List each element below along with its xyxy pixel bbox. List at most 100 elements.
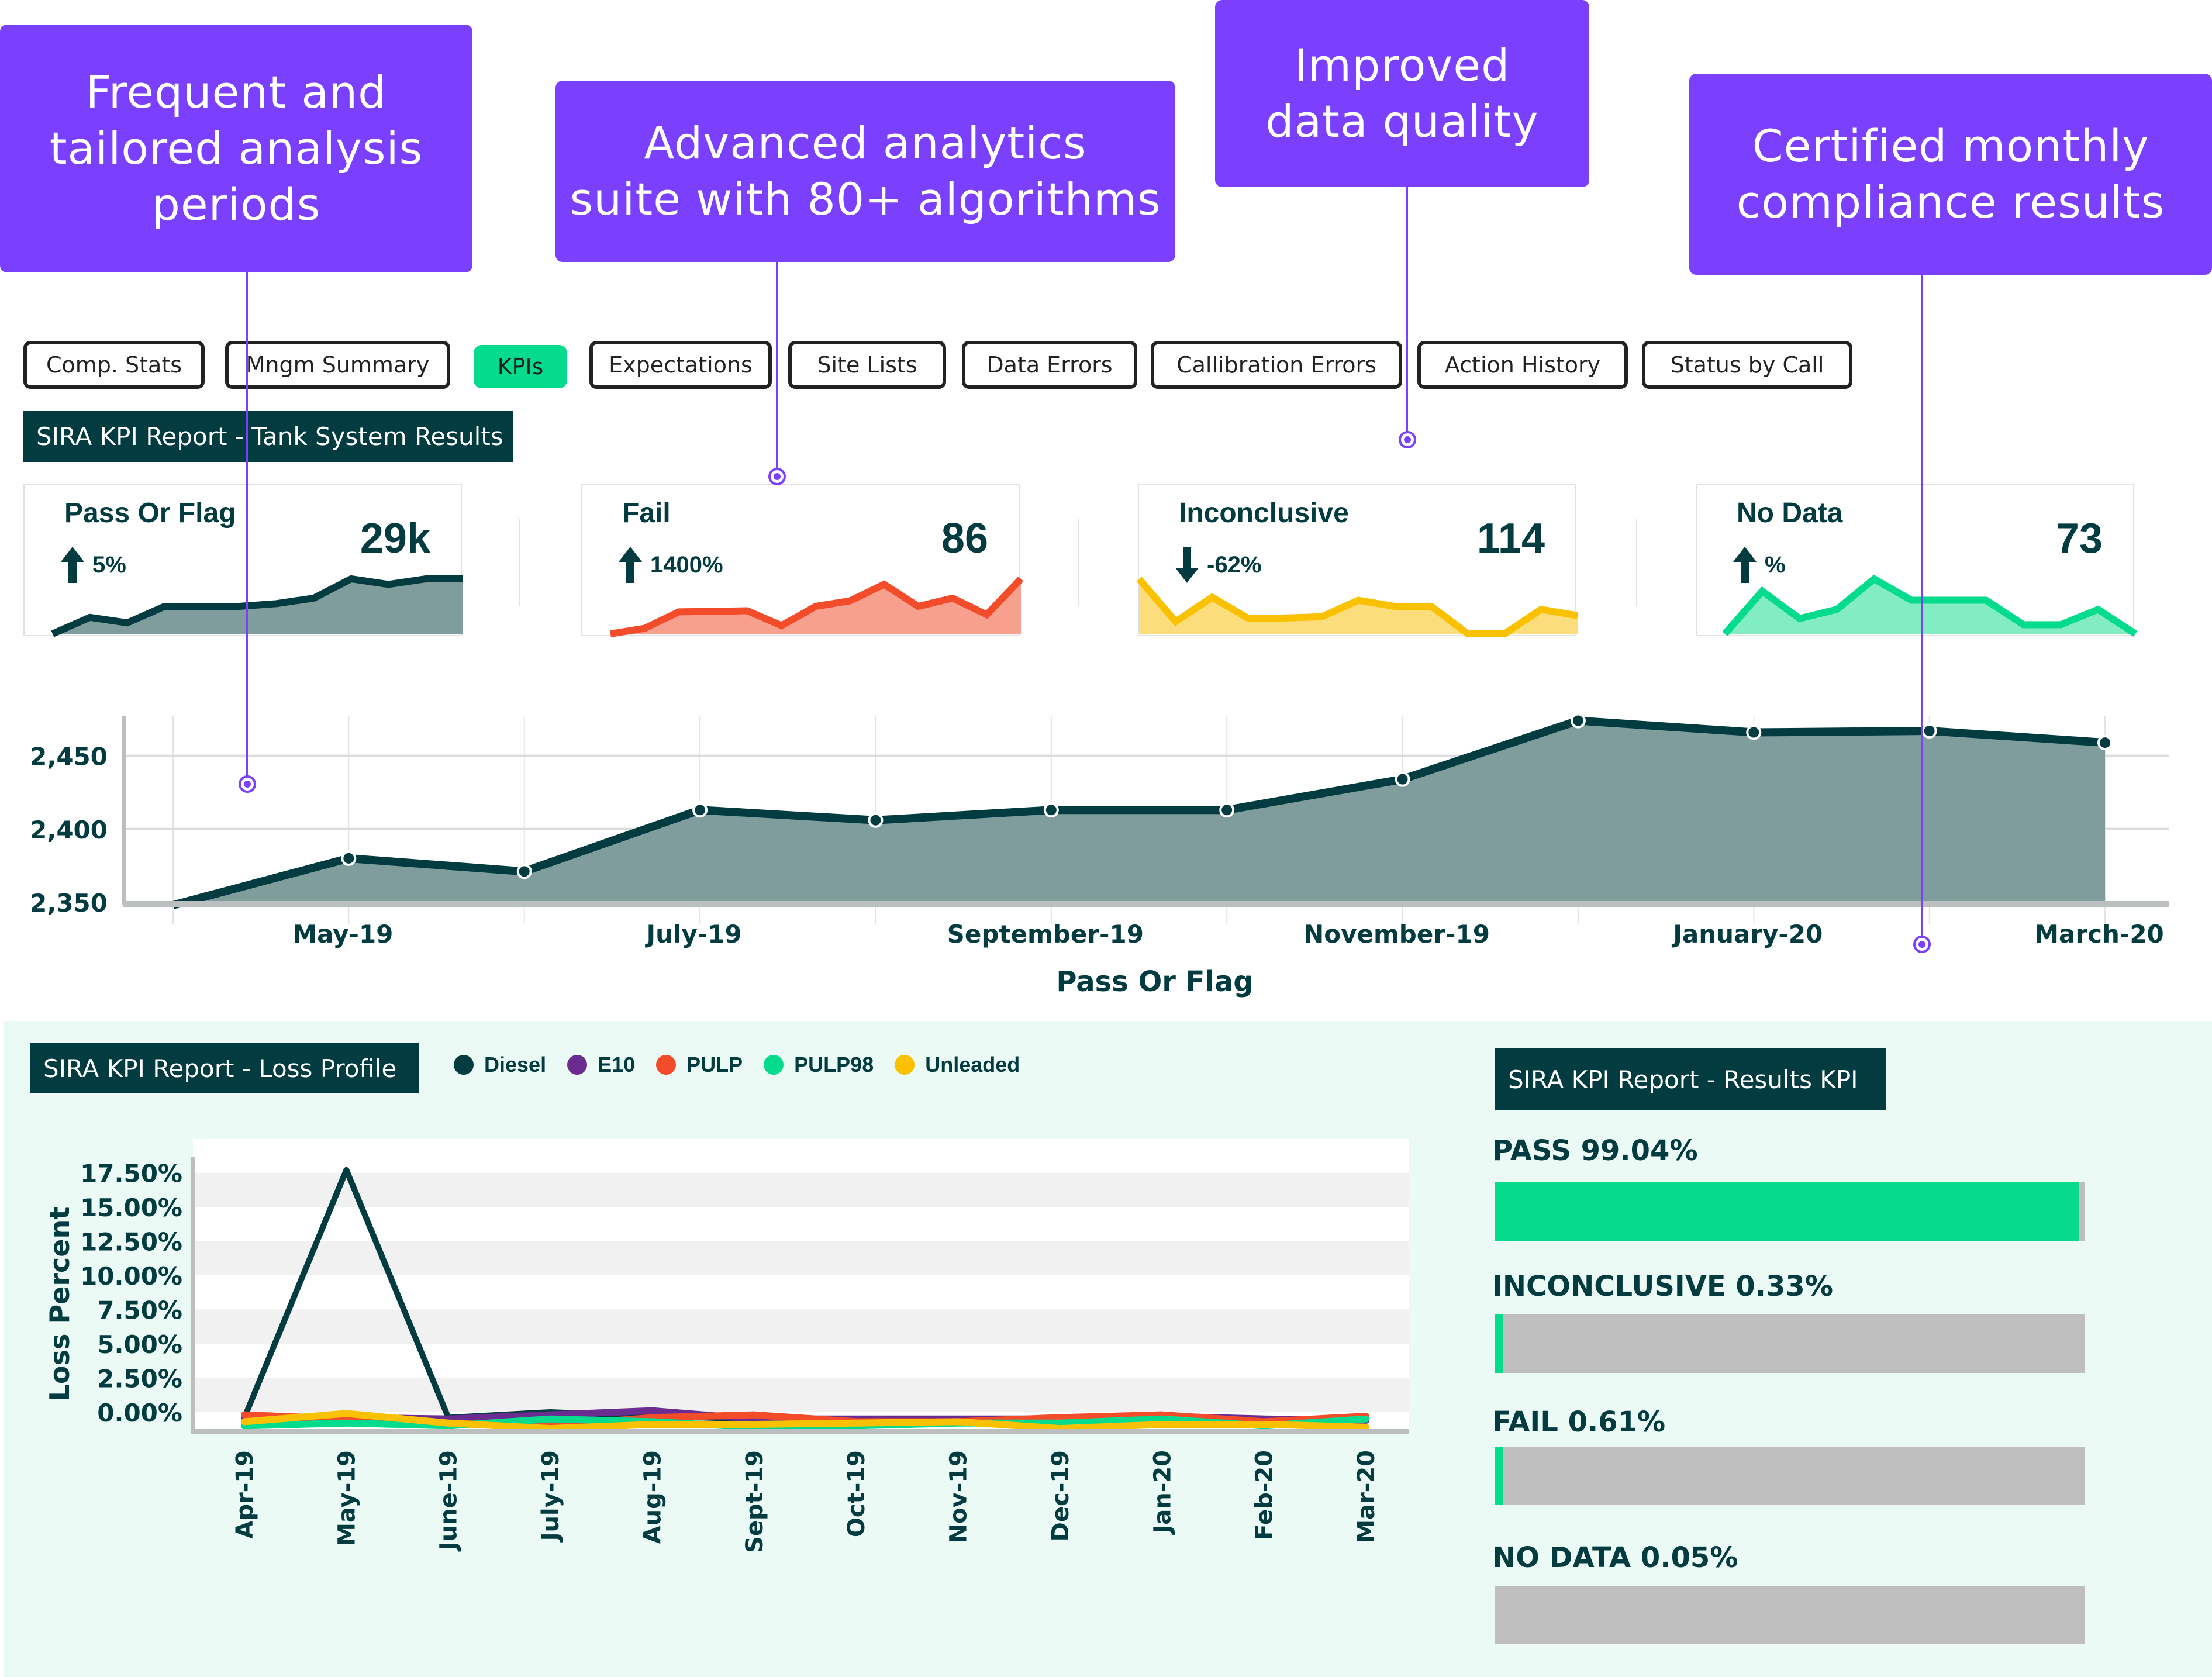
result-label-no-data: NO DATA 0.05% xyxy=(1492,1541,1738,1574)
result-bar-inconclusive xyxy=(1495,1314,2085,1373)
tab-comp-stats[interactable]: Comp. Stats xyxy=(23,341,205,389)
x-tick-label: Dec-19 xyxy=(1047,1450,1074,1541)
kpi-divider xyxy=(1078,519,1079,606)
data-point xyxy=(1395,771,1410,787)
tab-data-errors[interactable]: Data Errors xyxy=(962,341,1137,389)
result-label-inconclusive: INCONCLUSIVE 0.33% xyxy=(1492,1270,1833,1303)
result-label-pass: PASS 99.04% xyxy=(1492,1134,1698,1167)
data-point xyxy=(692,802,708,818)
callout-line: Advanced analytics xyxy=(644,117,1087,169)
legend-item-pulp[interactable]: PULP xyxy=(656,1053,743,1077)
callout-leader-line xyxy=(1406,187,1408,433)
result-label-fail: FAIL 0.61% xyxy=(1492,1406,1666,1438)
x-tick-label: July-19 xyxy=(537,1450,564,1543)
legend-item-pulp98[interactable]: PULP98 xyxy=(764,1053,874,1077)
x-tick-label: Nov-19 xyxy=(945,1450,972,1543)
y-tick-label: 7.50% xyxy=(97,1296,182,1325)
x-tick-label: Aug-19 xyxy=(639,1450,666,1544)
result-bar-fail xyxy=(1495,1447,2085,1505)
callout-advanced-analytics: Advanced analytics suite with 80+ algori… xyxy=(555,81,1175,262)
kpi-card-fail: Fail 86 1400% xyxy=(581,484,1024,637)
data-point xyxy=(2097,735,2113,751)
kpi-divider xyxy=(1636,519,1637,606)
kpi-label: Fail xyxy=(622,498,671,529)
grid-band xyxy=(193,1309,1409,1344)
data-point xyxy=(868,812,884,828)
legend-item-unleaded[interactable]: Unleaded xyxy=(895,1053,1020,1077)
callout-analysis-periods: Frequent and tailored analysis periods xyxy=(0,25,472,272)
result-bar-fill xyxy=(1495,1314,1504,1373)
legend-label: E10 xyxy=(598,1053,636,1076)
kpi-divider xyxy=(519,519,520,606)
y-tick-label: 2,350 xyxy=(30,889,108,917)
legend-item-diesel[interactable]: Diesel xyxy=(454,1053,546,1077)
kpi-value: 73 xyxy=(2055,515,2103,562)
y-tick-label: 2,400 xyxy=(30,816,108,844)
x-tick-label: July-19 xyxy=(644,920,741,948)
x-tick-label: March-20 xyxy=(2034,920,2164,948)
callout-pin-icon xyxy=(1399,431,1416,448)
legend-label: PULP98 xyxy=(794,1053,874,1076)
legend-label: PULP xyxy=(686,1053,743,1076)
tab-action-history[interactable]: Action History xyxy=(1417,341,1628,389)
x-tick-label: June-19 xyxy=(436,1450,463,1552)
tab-expectations[interactable]: Expectations xyxy=(589,341,772,389)
x-tick-label: Feb-20 xyxy=(1251,1450,1278,1540)
x-tick-label: November-19 xyxy=(1303,920,1490,948)
tank-system-results-title: SIRA KPI Report - Tank System Results xyxy=(23,411,513,462)
kpi-sparkline xyxy=(1136,577,1578,637)
kpi-card-inconclusive: Inconclusive 114 -62% xyxy=(1136,484,1578,637)
kpi-label: No Data xyxy=(1737,498,1843,529)
legend-item-e10[interactable]: E10 xyxy=(567,1053,635,1077)
results-kpi-title: SIRA KPI Report - Results KPI xyxy=(1495,1048,1886,1110)
grid-band xyxy=(193,1172,1409,1207)
data-point xyxy=(516,864,532,879)
callout-pin-icon xyxy=(768,468,786,485)
y-tick-label: 2,450 xyxy=(30,743,108,771)
callout-leader-line xyxy=(1921,275,1923,941)
x-tick-label: Mar-20 xyxy=(1353,1450,1380,1543)
legend-dot-icon xyxy=(567,1055,588,1075)
tab-site-lists[interactable]: Site Lists xyxy=(788,341,946,389)
tab-callibration-errors[interactable]: Callibration Errors xyxy=(1151,341,1402,389)
result-bar-no-data xyxy=(1495,1586,2085,1644)
legend-dot-icon xyxy=(895,1055,915,1075)
kpi-label: Pass Or Flag xyxy=(64,498,236,529)
callout-line: suite with 80+ algorithms xyxy=(570,173,1161,225)
y-axis-title: Loss Percent xyxy=(44,1207,75,1402)
x-axis-title: Pass Or Flag xyxy=(1056,965,1253,998)
tab-mngm-summary[interactable]: Mngm Summary xyxy=(225,341,450,389)
callout-line: periods xyxy=(151,178,321,230)
kpi-card-no-data: No Data 73 % xyxy=(1696,484,2138,637)
data-point xyxy=(1746,724,1762,740)
callout-line: compliance results xyxy=(1736,176,2165,228)
legend-dot-icon xyxy=(764,1055,784,1075)
data-point xyxy=(1043,802,1059,818)
callout-line: tailored analysis xyxy=(49,122,423,174)
callout-line: Certified monthly xyxy=(1752,120,2149,172)
data-point xyxy=(1219,802,1235,818)
y-tick-label: 15.00% xyxy=(80,1193,182,1222)
x-tick-label: Oct-19 xyxy=(843,1450,870,1537)
x-tick-label: January-20 xyxy=(1671,920,1823,948)
tab-kpis[interactable]: KPIs xyxy=(474,345,567,388)
kpi-sparkline xyxy=(51,575,463,637)
loss-profile-title: SIRA KPI Report - Loss Profile xyxy=(30,1043,419,1093)
data-point xyxy=(341,850,357,866)
result-bar-pass xyxy=(1495,1182,2085,1241)
kpi-card-pass-or-flag: Pass Or Flag 29k 5% xyxy=(23,484,463,637)
callout-line: Frequent and xyxy=(85,66,387,118)
callout-compliance-results: Certified monthly compliance results xyxy=(1689,74,2212,275)
tab-status-by-call[interactable]: Status by Call xyxy=(1642,341,1852,389)
kpi-value: 29k xyxy=(360,515,430,562)
legend-dot-icon xyxy=(454,1055,474,1075)
callout-leader-line xyxy=(246,272,248,781)
y-axis-ticks: 2,350 2,400 2,450 xyxy=(30,743,108,917)
y-tick-label: 17.50% xyxy=(80,1160,182,1188)
data-point xyxy=(1570,713,1586,729)
legend-label: Unleaded xyxy=(925,1053,1020,1076)
callout-pin-icon xyxy=(1913,936,1931,953)
x-tick-label: Apr-19 xyxy=(232,1450,258,1539)
y-tick-label: 5.00% xyxy=(97,1330,182,1359)
x-tick-label: September-19 xyxy=(947,920,1144,948)
